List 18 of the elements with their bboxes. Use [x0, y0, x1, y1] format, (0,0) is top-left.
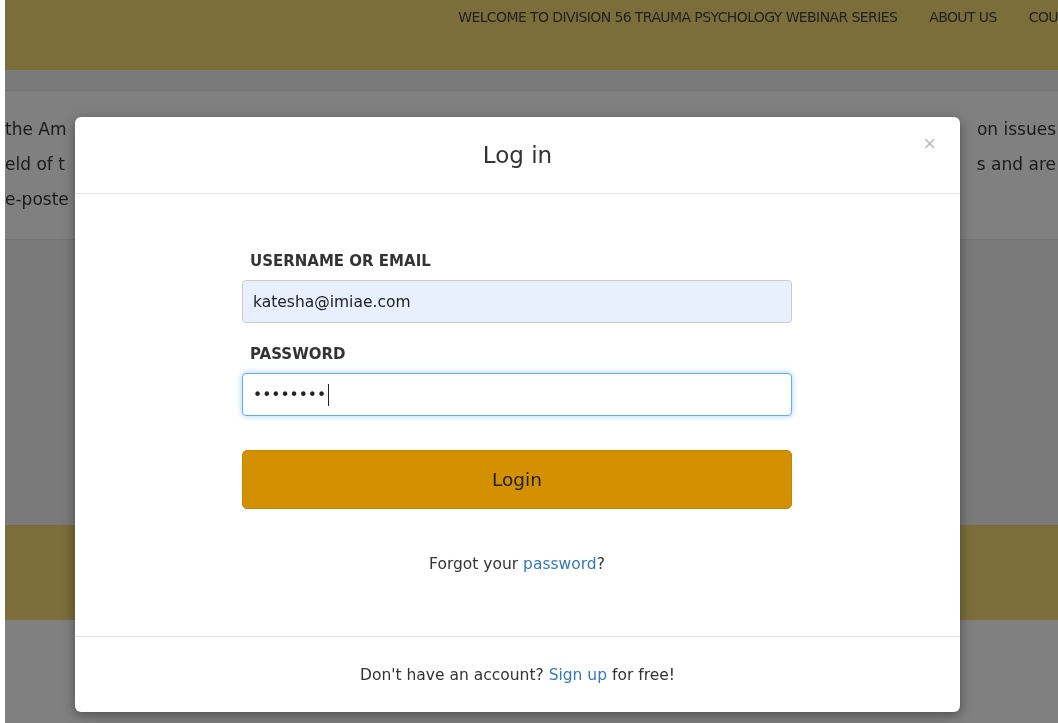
- login-button[interactable]: Login: [242, 450, 792, 509]
- input-field[interactable]: ••••••••: [242, 373, 792, 416]
- body-text: on issues: [976, 119, 1056, 141]
- password-link[interactable]: password: [523, 555, 597, 573]
- signup-link[interactable]: Sign up: [548, 665, 608, 684]
- dialog-title: Log in: [482, 142, 553, 168]
- forgot-password-text: Forgot your password?: [428, 555, 606, 573]
- signup-text: Don't have an account? Sign up for free!: [360, 665, 675, 684]
- input-field[interactable]: katesha@imiae.com: [242, 280, 792, 323]
- field-label: USERNAME OR EMAIL: [250, 252, 432, 270]
- body-text: e-poste: [5, 189, 69, 211]
- body-text: eld of t: [5, 154, 65, 176]
- nav-link[interactable]: WELCOME TO DIVISION 56 TRAUMA PSYCHOLOGY WEBINAR SERIES: [458, 9, 898, 29]
- body-text: s and are: [976, 154, 1056, 176]
- nav-link[interactable]: COU: [1028, 9, 1058, 29]
- body-text: the Am: [5, 119, 67, 141]
- field-label: PASSWORD: [250, 345, 347, 363]
- nav-link[interactable]: ABOUT US: [929, 9, 997, 29]
